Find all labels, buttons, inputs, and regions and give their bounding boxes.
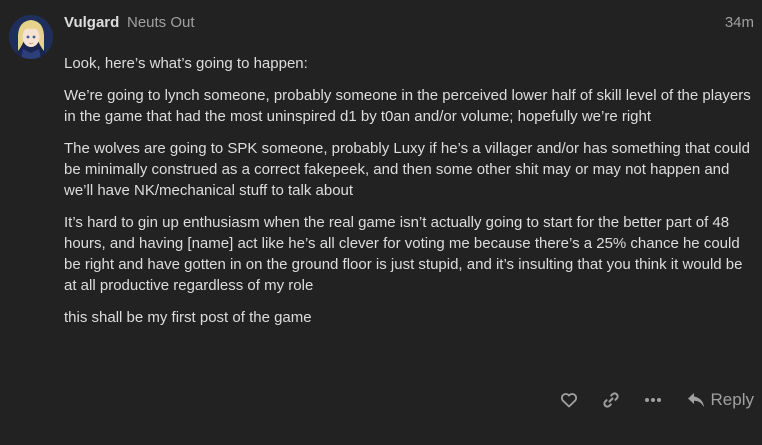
reply-label: Reply — [710, 390, 754, 409]
post-paragraph: The wolves are going to SPK someone, pro… — [64, 140, 750, 199]
like-button[interactable] — [555, 386, 583, 414]
post-header: Vulgard Neuts Out 34m — [64, 14, 754, 34]
post-actions: Reply — [555, 386, 754, 414]
username[interactable]: Vulgard — [64, 14, 119, 31]
post-paragraph: We’re going to lynch someone, probably s… — [64, 87, 751, 125]
more-actions-button[interactable] — [639, 386, 667, 414]
heart-icon — [560, 393, 577, 408]
post-paragraph: It’s hard to gin up enthusiasm when the … — [64, 214, 743, 294]
avatar[interactable] — [9, 15, 53, 59]
ellipsis-icon — [644, 398, 661, 402]
reply-arrow-icon — [687, 393, 704, 407]
post-paragraph: Look, here’s what’s going to happen: — [64, 55, 308, 72]
reply-button[interactable]: Reply — [687, 386, 754, 414]
user-title: Neuts Out — [127, 14, 195, 31]
post-body: Look, here’s what’s going to happen: We’… — [64, 53, 754, 339]
link-icon — [602, 392, 619, 408]
post-timestamp[interactable]: 34m — [725, 14, 754, 31]
avatar-image — [9, 15, 53, 59]
share-link-button[interactable] — [597, 386, 625, 414]
post-paragraph: this shall be my first post of the game — [64, 309, 312, 326]
